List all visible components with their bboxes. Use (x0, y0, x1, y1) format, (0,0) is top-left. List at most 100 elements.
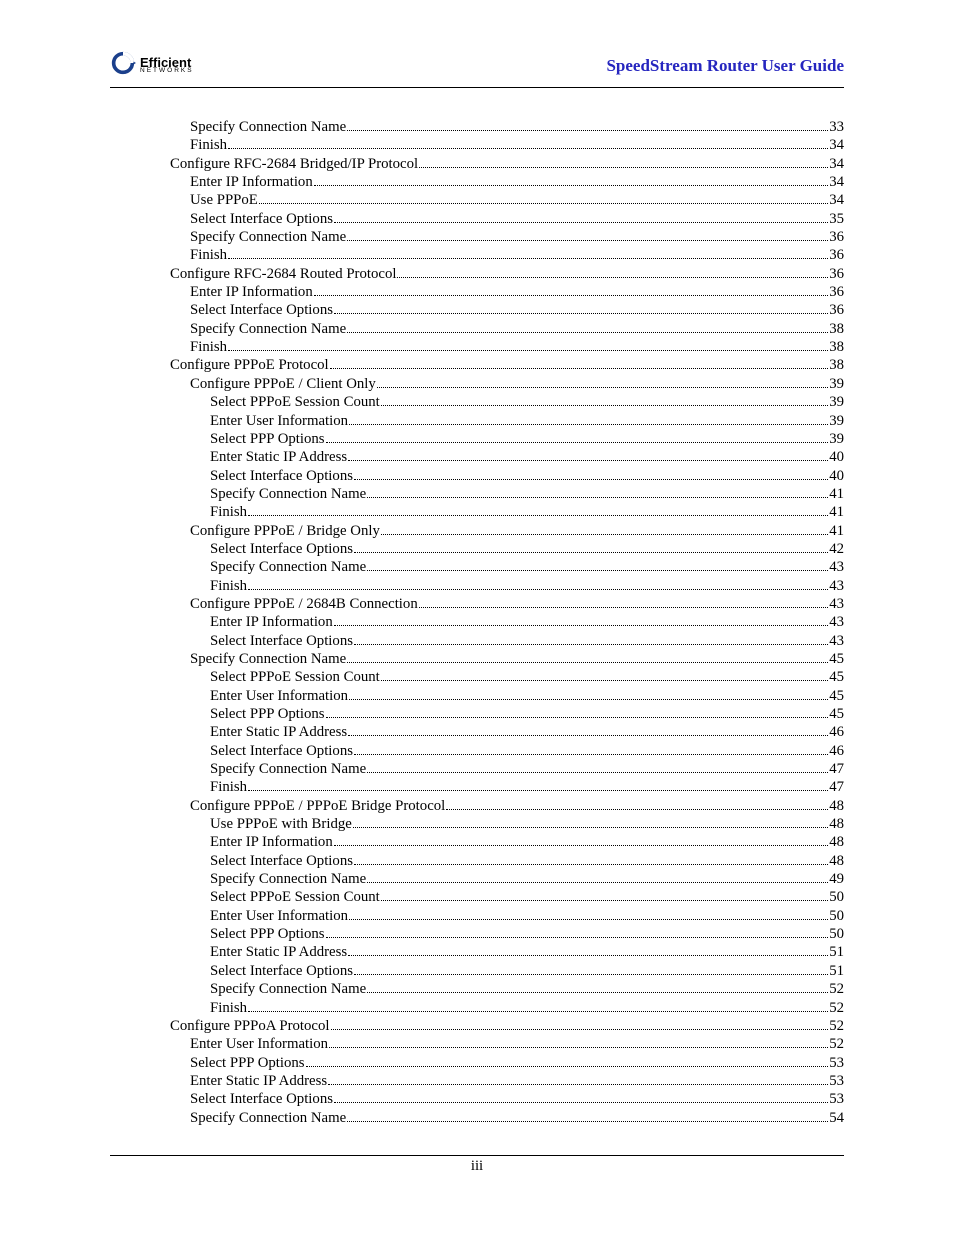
toc-entry[interactable]: Select PPP Options45 (110, 705, 844, 723)
toc-entry-label: Configure RFC-2684 Routed Protocol (170, 265, 396, 283)
toc-leader-dots (347, 130, 828, 131)
toc-entry[interactable]: Specify Connection Name38 (110, 320, 844, 338)
toc-entry[interactable]: Enter User Information45 (110, 687, 844, 705)
toc-entry[interactable]: Specify Connection Name47 (110, 760, 844, 778)
toc-entry-page: 39 (829, 412, 844, 430)
toc-entry-label: Enter Static IP Address (210, 723, 347, 741)
toc-entry[interactable]: Select PPP Options53 (110, 1054, 844, 1072)
toc-entry-label: Enter IP Information (190, 173, 313, 191)
toc-entry-page: 52 (829, 999, 844, 1017)
toc-leader-dots (334, 625, 828, 626)
toc-entry-page: 45 (829, 705, 844, 723)
toc-entry[interactable]: Configure PPPoE / 2684B Connection43 (110, 595, 844, 613)
page-header: Efficient NETWORKS SpeedStream Router Us… (110, 50, 844, 88)
toc-leader-dots (347, 662, 828, 663)
toc-entry-label: Specify Connection Name (210, 558, 366, 576)
toc-entry-page: 39 (829, 430, 844, 448)
toc-entry[interactable]: Finish41 (110, 503, 844, 521)
toc-leader-dots (367, 497, 828, 498)
toc-entry[interactable]: Configure RFC-2684 Routed Protocol36 (110, 265, 844, 283)
page: Efficient NETWORKS SpeedStream Router Us… (0, 0, 954, 1235)
toc-entry[interactable]: Enter Static IP Address46 (110, 723, 844, 741)
toc-entry[interactable]: Enter Static IP Address 40 (110, 448, 844, 466)
toc-entry[interactable]: Select PPPoE Session Count45 (110, 668, 844, 686)
toc-entry[interactable]: Select Interface Options43 (110, 632, 844, 650)
toc-entry[interactable]: Specify Connection Name33 (110, 118, 844, 136)
toc-entry[interactable]: Finish47 (110, 778, 844, 796)
toc-entry[interactable]: Select PPP Options50 (110, 925, 844, 943)
toc-leader-dots (354, 644, 828, 645)
toc-entry[interactable]: Enter IP Information43 (110, 613, 844, 631)
toc-entry-label: Specify Connection Name (210, 485, 366, 503)
toc-entry-label: Enter Static IP Address (210, 943, 347, 961)
toc-leader-dots (354, 552, 828, 553)
toc-entry[interactable]: Specify Connection Name45 (110, 650, 844, 668)
toc-entry-page: 50 (829, 888, 844, 906)
toc-entry-label: Finish (190, 338, 227, 356)
toc-entry[interactable]: Configure PPPoE / Bridge Only41 (110, 522, 844, 540)
toc-entry-page: 40 (829, 448, 844, 466)
toc-entry[interactable]: Select Interface Options42 (110, 540, 844, 558)
toc-entry-label: Select Interface Options (210, 632, 353, 650)
page-number: iii (110, 1156, 844, 1175)
toc-entry[interactable]: Finish36 (110, 246, 844, 264)
toc-entry-page: 47 (829, 760, 844, 778)
toc-entry[interactable]: Specify Connection Name41 (110, 485, 844, 503)
toc-entry[interactable]: Select PPP Options39 (110, 430, 844, 448)
toc-entry-label: Finish (190, 246, 227, 264)
toc-entry[interactable]: Select Interface Options48 (110, 852, 844, 870)
toc-entry-label: Configure PPPoE Protocol (170, 356, 329, 374)
toc-entry[interactable]: Configure RFC-2684 Bridged/IP Protocol34 (110, 155, 844, 173)
toc-entry-label: Use PPPoE with Bridge (210, 815, 352, 833)
toc-entry[interactable]: Finish52 (110, 999, 844, 1017)
toc-entry[interactable]: Finish34 (110, 136, 844, 154)
page-footer: iii (110, 1155, 844, 1175)
toc-entry[interactable]: Configure PPPoE Protocol38 (110, 356, 844, 374)
toc-entry[interactable]: Select Interface Options35 (110, 210, 844, 228)
toc-entry-page: 43 (829, 595, 844, 613)
toc-leader-dots (228, 350, 828, 351)
toc-entry[interactable]: Finish43 (110, 577, 844, 595)
toc-entry-page: 43 (829, 577, 844, 595)
toc-entry-page: 50 (829, 925, 844, 943)
toc-entry-page: 39 (829, 393, 844, 411)
toc-entry[interactable]: Select PPPoE Session Count50 (110, 888, 844, 906)
toc-entry[interactable]: Use PPPoE with Bridge48 (110, 815, 844, 833)
toc-entry[interactable]: Enter IP Information36 (110, 283, 844, 301)
toc-entry[interactable]: Specify Connection Name36 (110, 228, 844, 246)
toc-entry-label: Use PPPoE (190, 191, 258, 209)
toc-entry-label: Enter Static IP Address (210, 448, 347, 466)
toc-entry[interactable]: Finish38 (110, 338, 844, 356)
toc-entry[interactable]: Select Interface Options51 (110, 962, 844, 980)
toc-entry[interactable]: Configure PPPoE / PPPoE Bridge Protocol4… (110, 797, 844, 815)
toc-entry[interactable]: Enter Static IP Address53 (110, 1072, 844, 1090)
toc-entry-page: 36 (829, 228, 844, 246)
toc-entry-page: 46 (829, 742, 844, 760)
toc-entry[interactable]: Enter User Information50 (110, 907, 844, 925)
toc-entry[interactable]: Specify Connection Name54 (110, 1109, 844, 1127)
toc-entry-label: Configure PPPoA Protocol (170, 1017, 330, 1035)
toc-leader-dots (314, 295, 828, 296)
toc-leader-dots (349, 424, 828, 425)
toc-entry[interactable]: Use PPPoE34 (110, 191, 844, 209)
toc-leader-dots (330, 368, 829, 369)
toc-entry[interactable]: Specify Connection Name49 (110, 870, 844, 888)
toc-entry[interactable]: Select Interface Options53 (110, 1090, 844, 1108)
toc-entry[interactable]: Enter IP Information34 (110, 173, 844, 191)
toc-leader-dots (228, 148, 828, 149)
toc-entry[interactable]: Select PPPoE Session Count39 (110, 393, 844, 411)
toc-entry[interactable]: Specify Connection Name43 (110, 558, 844, 576)
toc-entry[interactable]: Select Interface Options40 (110, 467, 844, 485)
toc-entry[interactable]: Enter IP Information48 (110, 833, 844, 851)
toc-entry[interactable]: Select Interface Options36 (110, 301, 844, 319)
toc-entry-label: Enter User Information (210, 687, 348, 705)
toc-entry[interactable]: Enter User Information52 (110, 1035, 844, 1053)
toc-leader-dots (419, 167, 828, 168)
toc-leader-dots (367, 772, 828, 773)
toc-entry[interactable]: Enter User Information39 (110, 412, 844, 430)
toc-entry[interactable]: Configure PPPoE / Client Only39 (110, 375, 844, 393)
toc-entry[interactable]: Configure PPPoA Protocol52 (110, 1017, 844, 1035)
toc-entry[interactable]: Enter Static IP Address51 (110, 943, 844, 961)
toc-entry[interactable]: Specify Connection Name52 (110, 980, 844, 998)
toc-entry[interactable]: Select Interface Options46 (110, 742, 844, 760)
